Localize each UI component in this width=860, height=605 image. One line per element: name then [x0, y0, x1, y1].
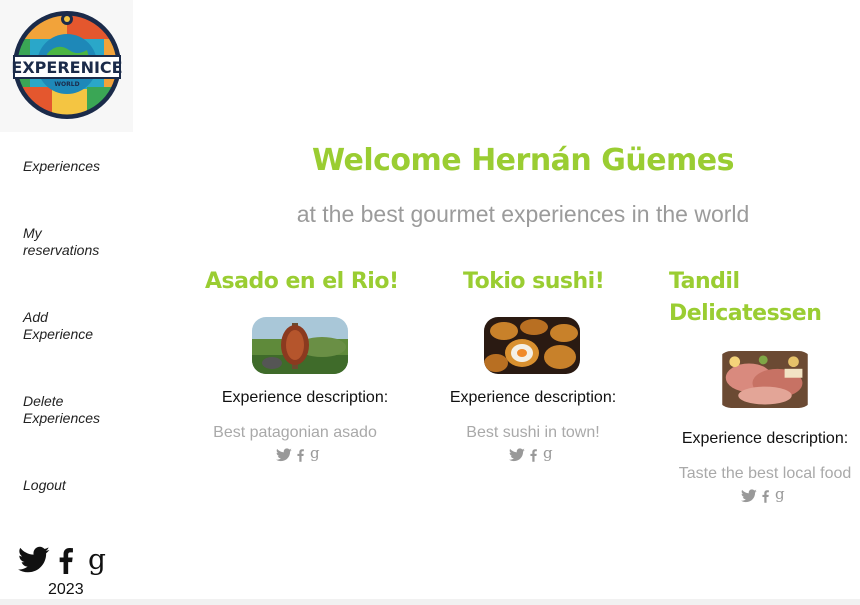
- card-social: g: [193, 444, 393, 464]
- card-title[interactable]: Asado en el Rio!: [205, 266, 405, 298]
- page-bottom-bar: [0, 599, 860, 605]
- logo-text: EXPERENICE: [12, 58, 122, 77]
- experience-card[interactable]: Tokio sushi! Experience description: Bes…: [433, 266, 633, 466]
- logo[interactable]: EXPERENICE WORLD: [12, 9, 122, 121]
- card-title[interactable]: Tandil Delicatessen: [669, 266, 839, 330]
- page-subtitle: at the best gourmet experiences in the w…: [296, 201, 750, 227]
- nav-my-reservations[interactable]: My reservations: [23, 225, 113, 259]
- card-description-label: Experience description:: [221, 389, 389, 406]
- card-description: Best patagonian asado: [213, 424, 377, 441]
- twitter-icon[interactable]: [276, 448, 292, 462]
- logo-subtext: WORLD: [54, 81, 79, 88]
- nav-experiences[interactable]: Experiences: [23, 158, 128, 175]
- nav-delete-experiences[interactable]: Delete Experiences: [23, 393, 105, 427]
- card-image[interactable]: [252, 317, 348, 374]
- card-description-label: Experience description:: [681, 430, 849, 447]
- facebook-icon[interactable]: [297, 449, 304, 462]
- card-description: Best sushi in town!: [466, 424, 600, 441]
- facebook-icon[interactable]: [762, 490, 769, 503]
- card-image[interactable]: [484, 317, 580, 374]
- card-social: g: [660, 485, 851, 505]
- facebook-icon[interactable]: [58, 548, 74, 579]
- google-icon[interactable]: g: [310, 444, 320, 462]
- footer-social: g: [18, 546, 118, 578]
- twitter-icon[interactable]: [18, 546, 50, 579]
- card-image[interactable]: [717, 351, 813, 408]
- page: EXPERENICE WORLD Experiences My reservat…: [0, 0, 860, 605]
- sidebar: EXPERENICE WORLD Experiences My reservat…: [0, 0, 133, 599]
- google-icon[interactable]: g: [543, 444, 553, 462]
- card-social: g: [425, 444, 625, 464]
- google-icon[interactable]: g: [88, 546, 106, 574]
- google-icon[interactable]: g: [775, 485, 785, 503]
- card-description-label: Experience description:: [449, 389, 617, 406]
- card-description: Taste the best local food: [678, 465, 852, 482]
- logo-area: EXPERENICE WORLD: [0, 0, 133, 132]
- nav-logout[interactable]: Logout: [23, 477, 128, 494]
- twitter-icon[interactable]: [509, 448, 525, 462]
- nav-add-experience[interactable]: Add Experience: [23, 309, 103, 343]
- card-title[interactable]: Tokio sushi!: [433, 266, 633, 298]
- experience-card[interactable]: Asado en el Rio! Experience description:…: [205, 266, 405, 466]
- twitter-icon[interactable]: [741, 489, 757, 503]
- facebook-icon[interactable]: [530, 449, 537, 462]
- page-title: Welcome Hernán Güemes: [311, 143, 735, 178]
- experience-card[interactable]: Tandil Delicatessen Experience descripti…: [669, 266, 860, 506]
- footer-year: 2023: [48, 581, 84, 598]
